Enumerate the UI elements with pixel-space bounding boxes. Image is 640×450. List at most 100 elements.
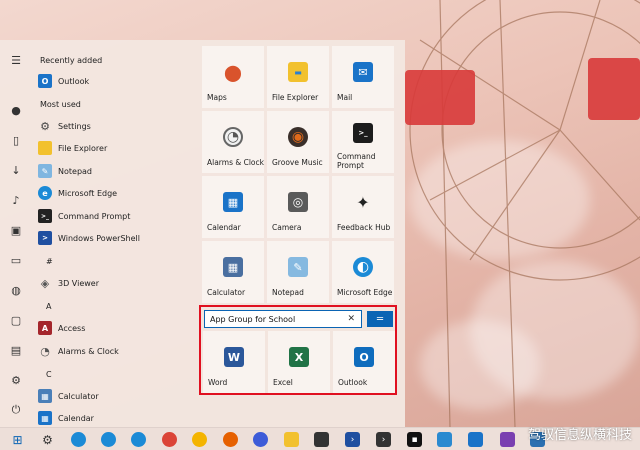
personal-folder-icon[interactable]: ▢: [8, 312, 24, 328]
cmd-taskbar-icon[interactable]: ▪: [407, 432, 422, 447]
edge-taskbar-icon[interactable]: [71, 432, 86, 447]
app-list-item-notepad[interactable]: ✎ Notepad: [38, 161, 188, 181]
terminal-icon: >_: [38, 209, 52, 223]
chrome-canary-taskbar-icon[interactable]: [192, 432, 207, 447]
folder-icon: [38, 141, 52, 155]
app-list-item-command-prompt[interactable]: >_ Command Prompt: [38, 206, 188, 226]
mail-taskbar-icon[interactable]: [468, 432, 483, 447]
clear-icon[interactable]: ✕: [347, 314, 355, 324]
gondola-right: [588, 58, 640, 120]
music-icon: ◉: [288, 127, 308, 147]
app-list-item-alarms-clock[interactable]: ◔ Alarms & Clock: [38, 341, 188, 361]
map-pin-icon: ⬤: [224, 62, 242, 82]
edge-icon: e: [38, 186, 52, 200]
chrome-taskbar-icon[interactable]: [162, 432, 177, 447]
tile-alarms-clock[interactable]: ◔ Alarms & Clock: [202, 111, 264, 173]
recently-added-header: Recently added: [40, 56, 103, 65]
app-list-item-calendar[interactable]: ▦ Calendar: [38, 408, 188, 427]
settings-gear-taskbar-icon[interactable]: ⚙: [40, 432, 55, 447]
notepad-icon: ✎: [38, 164, 52, 178]
tile-file-explorer[interactable]: ▬ File Explorer: [267, 46, 329, 108]
all-apps-list: Recently added O Outlook Most used ⚙ Set…: [32, 40, 192, 427]
tile-maps[interactable]: ⬤ Maps: [202, 46, 264, 108]
app-list-item-3d-viewer[interactable]: ◈ 3D Viewer: [38, 273, 188, 293]
hash-header[interactable]: #: [46, 257, 53, 266]
calendar-icon: ▦: [223, 192, 243, 212]
clock-icon: ◔: [223, 127, 243, 147]
cube-icon: ◈: [40, 276, 50, 290]
tile-calculator[interactable]: ▦ Calculator: [202, 241, 264, 303]
clock-icon: ◔: [40, 344, 50, 358]
powershell-taskbar-icon[interactable]: ›: [345, 432, 360, 447]
a-header[interactable]: A: [46, 302, 51, 311]
hamburger-menu-icon[interactable]: ☰: [8, 52, 24, 68]
gear-icon: ⚙: [40, 119, 50, 133]
tile-notepad[interactable]: ✎ Notepad: [267, 241, 329, 303]
terminal-taskbar-icon[interactable]: ›: [376, 432, 391, 447]
outlook-icon: O: [38, 74, 52, 88]
tile-feedback-hub[interactable]: ✦ Feedback Hub: [332, 176, 394, 238]
music-icon[interactable]: ♪: [8, 192, 24, 208]
mail-icon: ✉: [353, 62, 373, 82]
app-list-item-windows-powershell[interactable]: > Windows PowerShell: [38, 228, 188, 248]
tile-word[interactable]: W Word: [203, 331, 265, 393]
most-used-header: Most used: [40, 100, 81, 109]
documents-icon[interactable]: ▯: [8, 132, 24, 148]
tile-calendar[interactable]: ▦ Calendar: [202, 176, 264, 238]
start-windows-icon[interactable]: ⊞: [10, 432, 25, 447]
firefox-taskbar-icon[interactable]: [223, 432, 238, 447]
tile-excel[interactable]: X Excel: [268, 331, 330, 393]
downloads-icon[interactable]: ↓: [8, 162, 24, 178]
store-taskbar-icon[interactable]: [314, 432, 329, 447]
tile-command-prompt[interactable]: >_ Command Prompt: [332, 111, 394, 173]
network-icon[interactable]: ◍: [8, 282, 24, 298]
calendar-icon: ▦: [38, 411, 52, 425]
c-header[interactable]: C: [46, 370, 52, 379]
watermark-text: 驾驭信息纵横科技: [527, 428, 632, 443]
gondola-left: [405, 70, 475, 125]
calculator-icon: ▦: [38, 389, 52, 403]
outlook-icon: O: [354, 347, 374, 367]
file-explorer-rail-icon[interactable]: ▤: [8, 342, 24, 358]
tile-label-line-2: Prompt: [337, 161, 364, 170]
tile-microsoft-edge[interactable]: ◐ Microsoft Edge: [332, 241, 394, 303]
camera-icon: ◎: [288, 192, 308, 212]
edge-beta-taskbar-icon[interactable]: [101, 432, 116, 447]
feedback-icon: ✦: [356, 192, 370, 212]
group-name-value: App Group for School: [210, 314, 296, 324]
tile-outlook[interactable]: O Outlook: [333, 331, 395, 393]
app-list-item-microsoft-edge[interactable]: e Microsoft Edge: [38, 183, 188, 203]
videos-icon[interactable]: ▭: [8, 252, 24, 268]
app-list-item-file-explorer[interactable]: File Explorer: [38, 138, 188, 158]
powershell-icon: >: [38, 231, 52, 245]
tile-group-app-group-for-school: App Group for School ✕ ═ W Word X Excel …: [199, 305, 397, 395]
access-icon: A: [38, 321, 52, 335]
edge-dev-taskbar-icon[interactable]: [131, 432, 146, 447]
group-collapse-button[interactable]: ═: [367, 311, 393, 327]
tile-label-line-1: Command: [337, 152, 376, 161]
group-name-input[interactable]: App Group for School ✕: [204, 310, 362, 328]
power-icon[interactable]: ⏻: [8, 402, 24, 418]
calculator-icon: ▦: [223, 257, 243, 277]
firefox-nightly-taskbar-icon[interactable]: [253, 432, 268, 447]
user-avatar-icon[interactable]: ●: [8, 102, 24, 118]
word-icon: W: [224, 347, 244, 367]
app-list-item-calculator[interactable]: ▦ Calculator: [38, 386, 188, 406]
start-rail: ☰ ● ▯ ↓ ♪ ▣ ▭ ◍ ▢ ▤ ⚙ ⏻: [0, 40, 32, 427]
tile-mail[interactable]: ✉ Mail: [332, 46, 394, 108]
notepad-icon: ✎: [288, 257, 308, 277]
pictures-icon[interactable]: ▣: [8, 222, 24, 238]
tile-groove-music[interactable]: ◉ Groove Music: [267, 111, 329, 173]
tile-camera[interactable]: ◎ Camera: [267, 176, 329, 238]
app-list-item-settings[interactable]: ⚙ Settings: [38, 116, 188, 136]
settings-gear-icon[interactable]: ⚙: [8, 372, 24, 388]
edge-icon: ◐: [353, 257, 373, 277]
app-list-item-outlook[interactable]: O Outlook: [38, 71, 188, 91]
photos-taskbar-icon[interactable]: [437, 432, 452, 447]
excel-icon: X: [289, 347, 309, 367]
app-list-item-access[interactable]: A Access: [38, 318, 188, 338]
snip-taskbar-icon[interactable]: [500, 432, 515, 447]
terminal-icon: >_: [353, 123, 373, 143]
file-explorer-taskbar-icon[interactable]: [284, 432, 299, 447]
folder-icon: ▬: [288, 62, 308, 82]
